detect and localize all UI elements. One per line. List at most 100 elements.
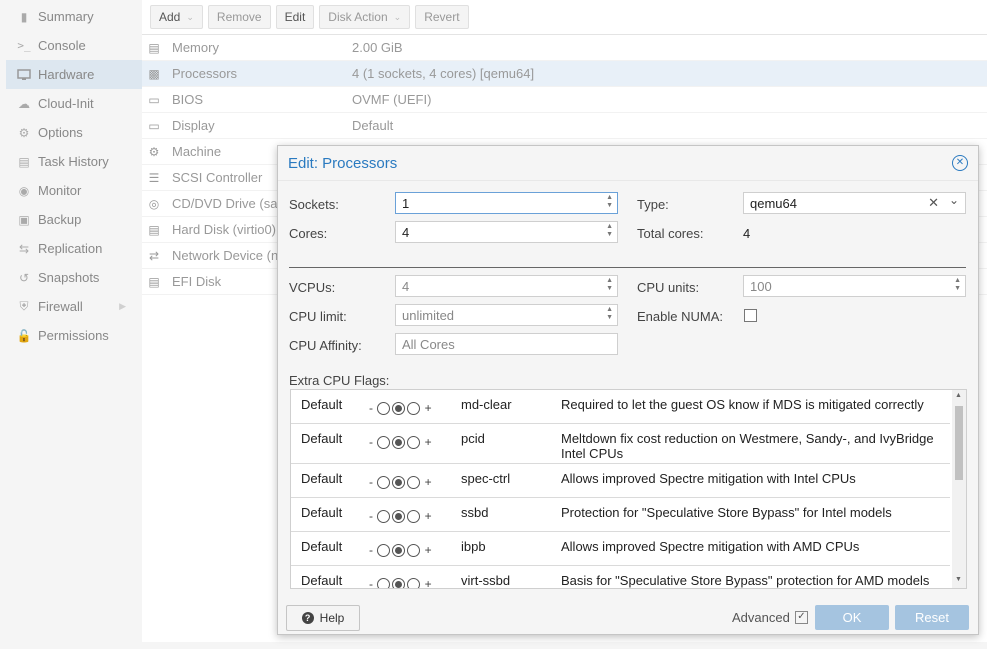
- radio-on[interactable]: [407, 509, 421, 523]
- total-cores-label: Total cores:: [637, 226, 704, 241]
- cores-label: Cores:: [289, 226, 328, 241]
- radio-off[interactable]: [377, 543, 391, 557]
- row-name: Display: [172, 118, 215, 133]
- radio-default[interactable]: [392, 435, 406, 449]
- nav-item-summary[interactable]: ▮ Summary: [6, 2, 142, 31]
- disk-action-button[interactable]: Disk Action ⌄: [319, 5, 411, 29]
- section-divider: [289, 267, 966, 268]
- hardware-row-memory[interactable]: ▤ Memory 2.00 GiB: [142, 35, 987, 61]
- flag-tristate-selector[interactable]: - +: [369, 543, 432, 557]
- cpu-affinity-input[interactable]: All Cores: [395, 333, 618, 355]
- enable-numa-checkbox[interactable]: [744, 309, 757, 322]
- spinner-icon[interactable]: ▲ ▼: [954, 277, 961, 293]
- sidebar-nav: ▮ Summary >_ Console Hardware ☁ Cloud-Init …: [6, 0, 143, 642]
- vcpus-input[interactable]: 4 ▲ ▼: [395, 275, 618, 297]
- nav-item-firewall[interactable]: ⛨ Firewall ▶: [6, 292, 142, 321]
- radio-default[interactable]: [392, 401, 406, 415]
- row-value: Default: [352, 118, 394, 133]
- database-icon: ☰: [148, 170, 160, 185]
- edit-button[interactable]: Edit: [275, 5, 315, 29]
- scroll-up-icon[interactable]: ▲: [955, 392, 962, 399]
- cpu-units-input[interactable]: 100 ▲ ▼: [743, 275, 966, 297]
- radio-on[interactable]: [407, 435, 421, 449]
- cpu-limit-label: CPU limit:: [289, 309, 347, 324]
- add-button[interactable]: Add ⌄: [150, 5, 203, 29]
- cpu-units-label: CPU units:: [637, 280, 700, 295]
- nav-label: Monitor: [38, 183, 82, 198]
- cores-input[interactable]: 4 ▲ ▼: [395, 221, 618, 243]
- flag-tristate-selector[interactable]: - +: [369, 435, 432, 449]
- flag-state: Default: [301, 505, 343, 520]
- nav-item-hardware[interactable]: Hardware: [6, 60, 142, 89]
- radio-on[interactable]: [407, 577, 421, 588]
- row-name: Processors: [172, 66, 238, 81]
- close-icon[interactable]: ✕: [952, 155, 968, 171]
- help-button[interactable]: ? Help: [286, 605, 360, 631]
- floppy-icon: ▣: [18, 212, 30, 227]
- exchange-icon: ⇄: [148, 248, 160, 263]
- hardware-row-bios[interactable]: ▭ BIOS OVMF (UEFI): [142, 87, 987, 113]
- chevron-down-icon: ⌄: [186, 11, 194, 22]
- flag-tristate-selector[interactable]: - +: [369, 401, 432, 415]
- chevron-down-icon[interactable]: ⌄: [949, 193, 959, 207]
- hardware-row-display[interactable]: ▭ Display Default: [142, 113, 987, 139]
- nav-label: Summary: [38, 9, 94, 24]
- hardware-row-processors[interactable]: ▩ Processors 4 (1 sockets, 4 cores) [qemu6…: [142, 61, 987, 87]
- flag-name: spec-ctrl: [461, 471, 511, 486]
- reset-button[interactable]: Reset: [895, 605, 969, 630]
- radio-off[interactable]: [377, 475, 391, 489]
- edit-label: Edit: [284, 10, 306, 24]
- flags-scrollbar[interactable]: ▲ ▼: [952, 390, 966, 588]
- remove-button[interactable]: Remove: [207, 5, 271, 29]
- radio-default[interactable]: [392, 509, 406, 523]
- cpu-limit-input[interactable]: unlimited ▲ ▼: [395, 304, 618, 326]
- row-value: 4 (1 sockets, 4 cores) [qemu64]: [352, 66, 535, 81]
- flag-tristate-selector[interactable]: - +: [369, 509, 432, 523]
- extra-cpu-flags-label: Extra CPU Flags:: [289, 373, 390, 388]
- nav-item-replication[interactable]: ⇆ Replication: [6, 234, 142, 263]
- flag-name: pcid: [461, 431, 485, 446]
- sockets-input[interactable]: 1 ▲ ▼: [395, 192, 618, 214]
- radio-off[interactable]: [377, 577, 391, 588]
- chevron-right-icon[interactable]: ▶: [119, 301, 126, 312]
- radio-on[interactable]: [407, 475, 421, 489]
- question-icon: ?: [301, 612, 314, 624]
- radio-off[interactable]: [377, 401, 391, 415]
- radio-default[interactable]: [392, 543, 406, 557]
- scroll-down-icon[interactable]: ▼: [955, 576, 962, 583]
- radio-default[interactable]: [392, 475, 406, 489]
- clear-icon[interactable]: ✕: [928, 195, 939, 211]
- nav-item-console[interactable]: >_ Console: [6, 31, 142, 60]
- nav-item-task-history[interactable]: ▤ Task History: [6, 147, 142, 176]
- flag-tristate-selector[interactable]: - +: [369, 475, 432, 489]
- spinner-icon[interactable]: ▲ ▼: [606, 306, 613, 322]
- radio-on[interactable]: [407, 401, 421, 415]
- nav-label: Firewall: [38, 299, 83, 314]
- advanced-checkbox[interactable]: ✓: [795, 611, 808, 624]
- scrollbar-thumb[interactable]: [955, 406, 963, 480]
- nav-item-snapshots[interactable]: ↺ Snapshots: [6, 263, 142, 292]
- flag-tristate-selector[interactable]: - +: [369, 577, 432, 588]
- cpu-units-value: 100: [750, 278, 772, 294]
- nav-item-backup[interactable]: ▣ Backup: [6, 205, 142, 234]
- radio-off[interactable]: [377, 509, 391, 523]
- nav-item-cloud-init[interactable]: ☁ Cloud-Init: [6, 89, 142, 118]
- nav-item-options[interactable]: ⚙ Options: [6, 118, 142, 147]
- type-select[interactable]: qemu64 ✕ ⌄: [743, 192, 966, 214]
- radio-off[interactable]: [377, 435, 391, 449]
- nav-item-permissions[interactable]: 🔓 Permissions: [6, 321, 142, 350]
- spinner-icon[interactable]: ▲ ▼: [606, 223, 613, 239]
- flag-name: ibpb: [461, 539, 486, 554]
- nav-label: Permissions: [38, 328, 109, 343]
- radio-on[interactable]: [407, 543, 421, 557]
- nav-item-monitor[interactable]: ◉ Monitor: [6, 176, 142, 205]
- spinner-icon[interactable]: ▲ ▼: [606, 194, 613, 210]
- spinner-icon[interactable]: ▲ ▼: [606, 277, 613, 293]
- revert-button[interactable]: Revert: [415, 5, 469, 29]
- radio-default[interactable]: [392, 577, 406, 588]
- cores-value: 4: [402, 224, 410, 240]
- ok-button[interactable]: OK: [815, 605, 889, 630]
- hdd-icon: ▤: [148, 274, 160, 289]
- cpu-affinity-label: CPU Affinity:: [289, 338, 362, 353]
- disk-action-label: Disk Action: [328, 10, 388, 24]
